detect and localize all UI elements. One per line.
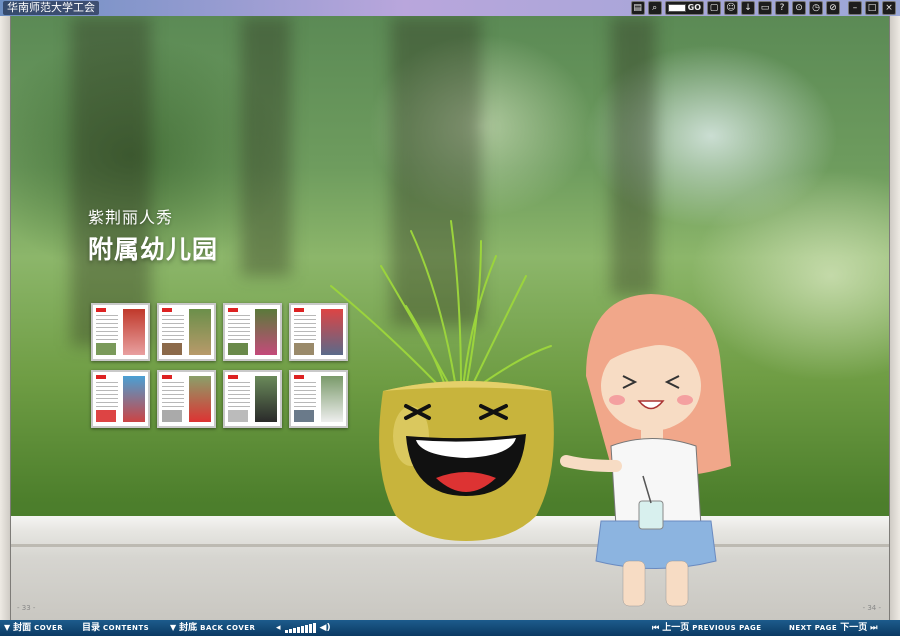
volume-down-icon[interactable]: ◂ xyxy=(276,623,281,633)
autoplay-icon[interactable]: ◷ xyxy=(809,1,823,15)
book-icon[interactable]: ▤ xyxy=(630,1,645,15)
back-cover-button[interactable]: ▼ 封底 BACK COVER xyxy=(170,622,255,634)
next-page-button[interactable]: NEXT PAGE 下一页 ⏭ xyxy=(789,622,877,634)
fast-forward-icon: ⏭ xyxy=(870,623,878,632)
back-cover-label-en: BACK COVER xyxy=(200,624,256,632)
volume-bar xyxy=(292,628,296,633)
contents-button[interactable]: 目录 CONTENTS xyxy=(82,622,149,634)
help-icon[interactable]: ? xyxy=(775,1,789,15)
cartoon-girl-icon xyxy=(560,294,731,607)
volume-bar xyxy=(308,624,312,633)
cover-button[interactable]: ▼ 封面 COVER xyxy=(4,622,63,634)
speaker-icon[interactable]: ◀) xyxy=(320,623,331,633)
triangle-down-icon: ▼ xyxy=(170,623,177,632)
cover-label: 封面 xyxy=(13,623,32,633)
smiling-pot-icon xyxy=(379,381,554,541)
cover-label-en: COVER xyxy=(34,624,64,632)
grass-icon xyxy=(330,220,552,389)
volume-bar xyxy=(288,629,292,633)
book-frame: 紫荆丽人秀 附属幼儿园 - 33 - - 34 - xyxy=(0,16,900,620)
close-icon[interactable]: × xyxy=(882,1,896,15)
maximize-icon[interactable]: □ xyxy=(865,1,879,15)
comment-icon[interactable]: ▢ xyxy=(707,1,721,15)
toolbar: ▤ ⌕ GO ▢ ☺ ↓ ▭ ? ⊙ ◷ ⊘ – □ × xyxy=(630,1,896,15)
contents-label-en: CONTENTS xyxy=(103,624,150,632)
title-bar: 华南师范大学工会 ▤ ⌕ GO ▢ ☺ ↓ ▭ ? ⊙ ◷ ⊘ – □ × xyxy=(0,0,900,16)
volume-bar xyxy=(296,627,300,633)
rewind-icon: ⏮ xyxy=(652,623,660,632)
illustration-layer xyxy=(330,220,731,607)
book-spread[interactable]: 紫荆丽人秀 附属幼儿园 - 33 - - 34 - xyxy=(11,16,889,620)
next-label: 下一页 xyxy=(840,623,868,633)
volume-bar xyxy=(312,623,316,633)
volume-slider[interactable]: ◂ ◀) xyxy=(276,623,331,633)
minimize-icon[interactable]: – xyxy=(848,1,862,15)
triangle-down-icon: ▼ xyxy=(4,623,11,632)
bottom-navbar: ▼ 封面 COVER 目录 CONTENTS ▼ 封底 BACK COVER ◂… xyxy=(0,620,900,636)
settings-icon[interactable]: ⊙ xyxy=(792,1,806,15)
share-icon[interactable]: ☺ xyxy=(724,1,738,15)
print-icon[interactable]: ▭ xyxy=(758,1,772,15)
volume-bar xyxy=(304,625,308,633)
next-label-en: NEXT PAGE xyxy=(789,624,838,632)
volume-bar xyxy=(284,630,288,633)
volume-bar xyxy=(300,626,304,633)
download-icon[interactable]: ↓ xyxy=(741,1,755,15)
previous-label-en: PREVIOUS PAGE xyxy=(692,624,762,632)
previous-label: 上一页 xyxy=(662,623,690,633)
previous-page-button[interactable]: ⏮ 上一页 PREVIOUS PAGE xyxy=(652,622,762,634)
contents-label: 目录 xyxy=(82,623,101,633)
app-title: 华南师范大学工会 xyxy=(3,1,99,15)
page-input[interactable] xyxy=(667,4,686,12)
zoom-icon[interactable]: ⌕ xyxy=(647,1,662,15)
page-goto[interactable]: GO xyxy=(664,1,704,15)
back-cover-label: 封底 xyxy=(179,623,198,633)
go-button[interactable]: GO xyxy=(688,2,701,14)
clear-icon[interactable]: ⊘ xyxy=(826,1,840,15)
